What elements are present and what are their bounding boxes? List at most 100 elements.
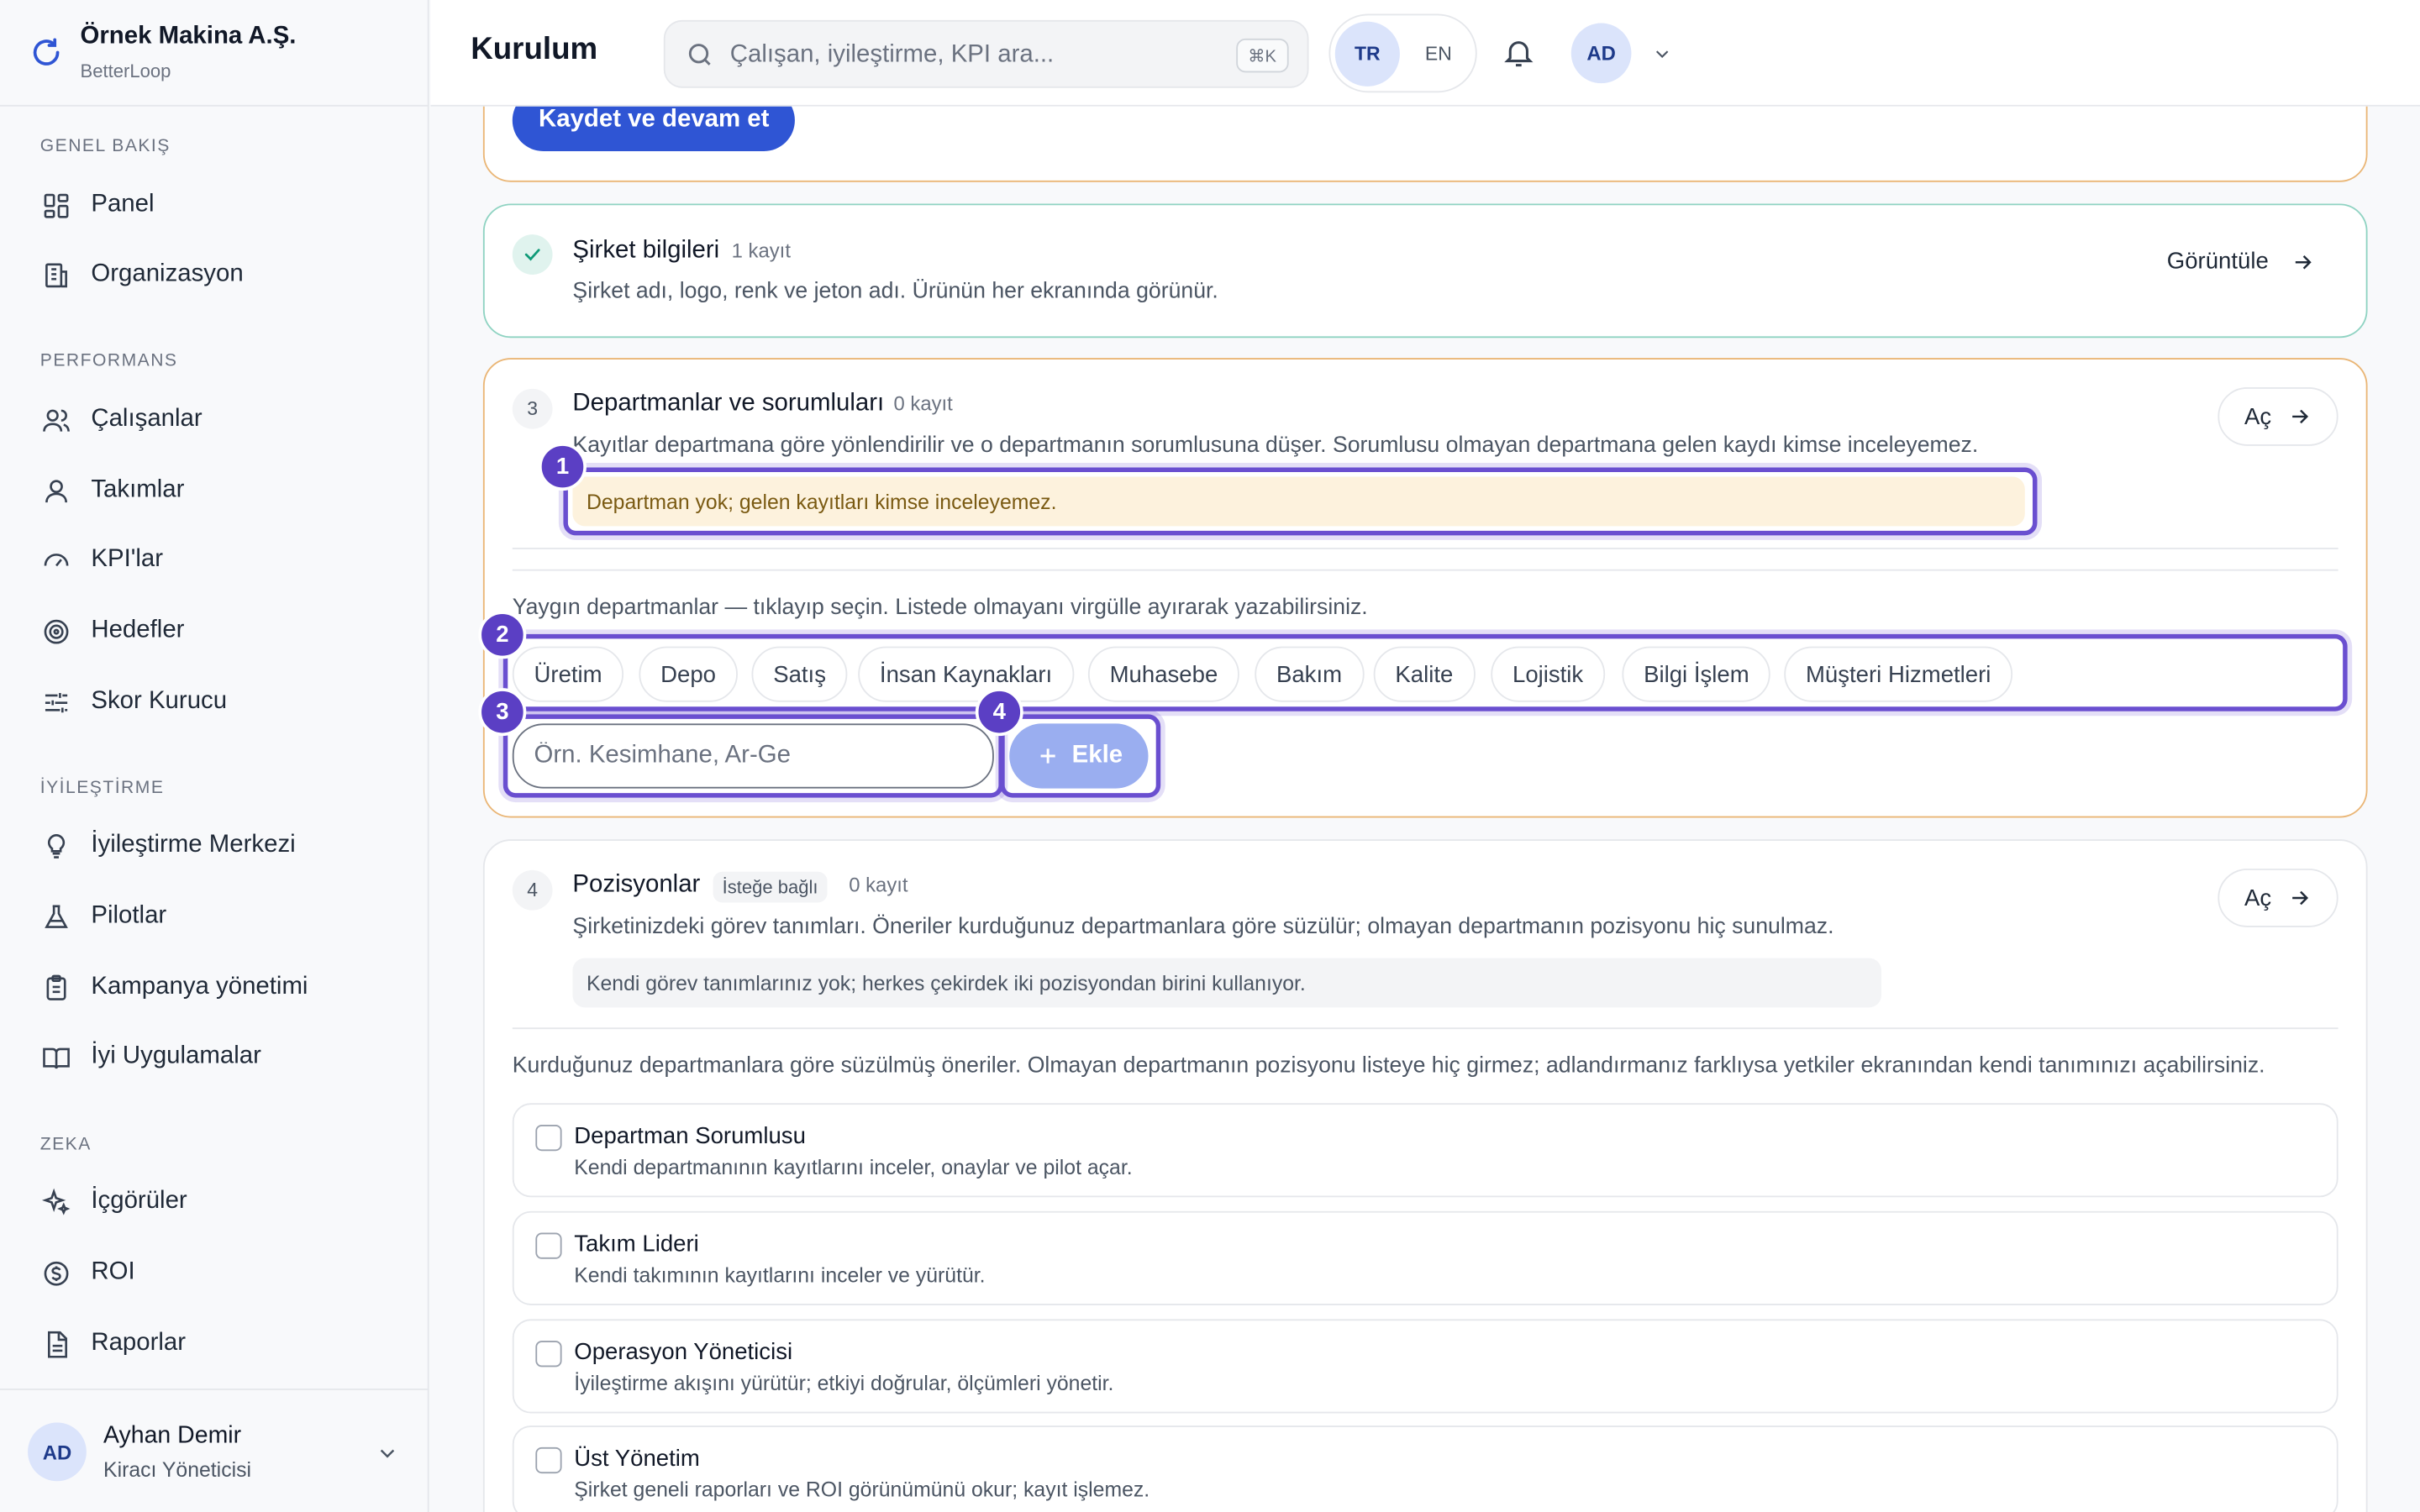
lang-en-button[interactable]: EN: [1406, 22, 1470, 87]
view-company-button[interactable]: Görüntüle: [2167, 249, 2315, 275]
user-menu[interactable]: AD Ayhan Demir Kiracı Yöneticisi: [0, 1389, 429, 1512]
sidebar-item-organizasyon[interactable]: Organizasyon: [22, 245, 408, 304]
position-title: Operasyon Yöneticisi: [574, 1339, 793, 1366]
plus-icon: [1039, 748, 1055, 764]
book-icon: [40, 1042, 71, 1073]
chip-bakim[interactable]: Bakım: [1255, 646, 1364, 702]
view-label: Görüntüle: [2166, 248, 2269, 275]
users-icon: [40, 404, 71, 435]
avatar: AD: [28, 1422, 87, 1482]
chip-musteri-hizmetleri[interactable]: Müşteri Hizmetleri: [1784, 646, 2013, 702]
positions-count: 0 kayıt: [849, 873, 908, 897]
nav-section-overview: GENEL BAKIŞ: [39, 137, 171, 156]
sidebar-item-label: İyileştirme Merkezi: [91, 831, 296, 858]
sidebar-item-calisanlar[interactable]: Çalışanlar: [22, 391, 408, 449]
open-label: Aç: [2244, 403, 2272, 430]
position-item[interactable]: Departman Sorumlusu Kendi departmanının …: [512, 1103, 2338, 1198]
brand-subtitle: BetterLoop: [80, 60, 171, 82]
position-checkbox[interactable]: [535, 1341, 562, 1368]
positions-hint: Kurduğunuz departmanlara göre süzülmüş ö…: [512, 1053, 2265, 1079]
sidebar-item-icgoruler[interactable]: İçgörüler: [22, 1173, 408, 1231]
chip-uretim[interactable]: Üretim: [512, 646, 624, 702]
position-checkbox[interactable]: [535, 1446, 562, 1474]
sidebar-item-kampanya-yonetimi[interactable]: Kampanya yönetimi: [22, 958, 408, 1017]
optional-badge: İsteğe bağlı: [713, 871, 828, 903]
sidebar-item-kpilar[interactable]: KPI'lar: [22, 531, 408, 590]
save-continue-button[interactable]: Kaydet ve devam et: [512, 106, 796, 151]
company-count: 1 kayıt: [731, 239, 791, 263]
chip-bilgi-islem[interactable]: Bilgi İşlem: [1622, 646, 1771, 702]
add-department-button[interactable]: Ekle: [1009, 723, 1149, 789]
sidebar-item-iyi-uygulamalar[interactable]: İyi Uygulamalar: [22, 1027, 408, 1086]
company-desc: Şirket adı, logo, renk ve jeton adı. Ürü…: [572, 279, 1218, 304]
position-checkbox[interactable]: [535, 1124, 562, 1152]
chevron-down-icon[interactable]: [1651, 43, 1673, 65]
brand-header[interactable]: Örnek Makina A.Ş. BetterLoop: [0, 0, 429, 107]
company-title: Şirket bilgileri: [572, 237, 720, 265]
grid-icon: [40, 190, 71, 221]
sidebar-item-label: ROI: [91, 1258, 135, 1285]
brand-name: Örnek Makina A.Ş.: [80, 23, 297, 50]
sidebar-item-label: Skor Kurucu: [91, 688, 228, 715]
lang-tr-button[interactable]: TR: [1334, 21, 1400, 87]
position-desc: Kendi departmanının kayıtlarını inceler,…: [574, 1155, 1133, 1179]
search-box[interactable]: ⌘K: [663, 19, 1309, 88]
chip-kalite[interactable]: Kalite: [1373, 646, 1476, 702]
sidebar-item-raporlar[interactable]: Raporlar: [22, 1315, 408, 1373]
positions-title: Pozisyonlar: [572, 871, 701, 898]
position-title: Üst Yönetim: [574, 1446, 700, 1473]
refresh-logo-icon: [33, 38, 60, 66]
open-departments-button[interactable]: Aç: [2217, 387, 2338, 446]
header-avatar[interactable]: AD: [1570, 23, 1632, 84]
sidebar-item-label: Hedefler: [91, 617, 185, 643]
sidebar-item-pilotlar[interactable]: Pilotlar: [22, 887, 408, 946]
sidebar-item-panel[interactable]: Panel: [22, 176, 408, 234]
app-canvas: Örnek Makina A.Ş. BetterLoop GENEL BAKIŞ…: [0, 0, 2420, 1512]
sidebar-item-label: Raporlar: [91, 1330, 187, 1357]
search-input[interactable]: [729, 37, 1224, 75]
user-name: Ayhan Demir: [103, 1422, 242, 1449]
step-number: 4: [512, 869, 553, 911]
sidebar-item-hedefler[interactable]: Hedefler: [22, 601, 408, 660]
sidebar-item-label: Organizasyon: [91, 260, 244, 287]
nav-section-improvement: İYİLEŞTİRME: [39, 779, 165, 798]
open-positions-button[interactable]: Aç: [2217, 869, 2338, 927]
position-item[interactable]: Takım Lideri Kendi takımının kayıtlarını…: [512, 1210, 2338, 1305]
sidebar-item-iyilestirme-merkezi[interactable]: İyileştirme Merkezi: [22, 816, 408, 875]
chip-depo[interactable]: Depo: [639, 646, 738, 702]
position-item[interactable]: Üst Yönetim Şirket geneli raporları ve R…: [512, 1425, 2338, 1512]
search-shortcut: ⌘K: [1235, 38, 1289, 73]
sidebar-item-label: İçgörüler: [91, 1188, 187, 1215]
chip-muhasebe[interactable]: Muhasebe: [1087, 646, 1240, 702]
chip-lojistik[interactable]: Lojistik: [1491, 646, 1605, 702]
nav-section-intelligence: ZEKA: [39, 1135, 92, 1154]
top-header: Kurulum ⌘K TR EN AD: [430, 0, 2420, 107]
page-title: Kurulum: [471, 32, 598, 66]
departments-warning: Departman yok; gelen kayıtları kimse inc…: [572, 476, 2025, 527]
add-label: Ekle: [1071, 742, 1123, 769]
building-icon: [40, 260, 71, 291]
nav-section-performance: PERFORMANS: [39, 351, 178, 370]
arrow-right-icon: [2291, 409, 2308, 424]
position-item[interactable]: Operasyon Yöneticisi İyileştirme akışını…: [512, 1319, 2338, 1414]
sidebar-item-label: Çalışanlar: [91, 406, 203, 433]
sidebar-item-roi[interactable]: ROI: [22, 1243, 408, 1302]
chip-satis[interactable]: Satış: [751, 646, 848, 702]
language-toggle: TR EN: [1328, 13, 1477, 93]
sidebar-item-takimlar[interactable]: Takımlar: [22, 461, 408, 520]
divider: [512, 569, 2338, 571]
departments-card: 3 Departmanlar ve sorumluları 0 kayıt Ka…: [482, 358, 2368, 818]
department-name-input[interactable]: [512, 723, 994, 789]
arrow-right-icon: [2291, 890, 2308, 906]
sparkles-icon: [40, 1186, 71, 1217]
sidebar-item-skor-kurucu[interactable]: Skor Kurucu: [22, 673, 408, 732]
sidebar-item-label: Pilotlar: [91, 902, 167, 929]
bell-icon[interactable]: [1502, 35, 1535, 69]
divider: [512, 1027, 2338, 1030]
chevron-down-icon: [380, 1449, 395, 1458]
chip-insan-kaynaklari[interactable]: İnsan Kaynakları: [858, 646, 1074, 702]
position-checkbox[interactable]: [535, 1232, 562, 1259]
position-title: Takım Lideri: [574, 1231, 699, 1257]
previous-step-card: Kaydet ve devam et: [482, 106, 2368, 182]
annotation-badge-3: 3: [478, 688, 527, 737]
